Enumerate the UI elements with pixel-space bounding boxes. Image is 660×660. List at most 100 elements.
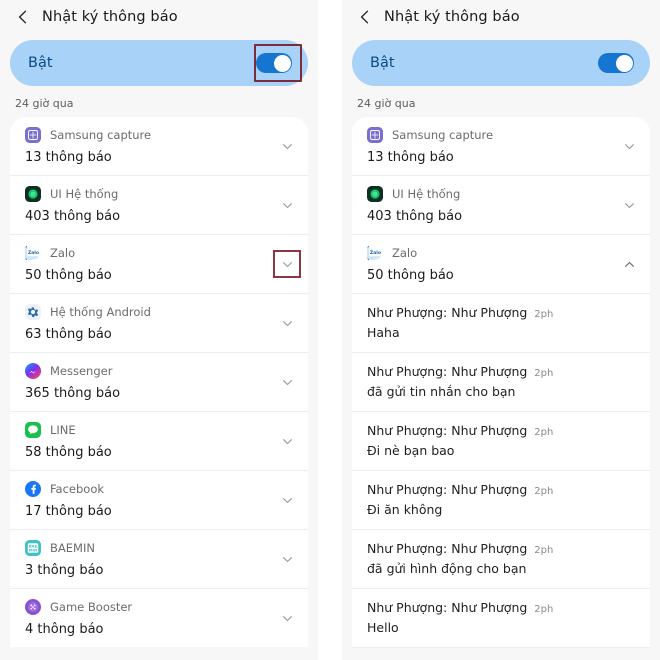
notification-title: Như Phượng: Như Phượng: [367, 541, 528, 556]
app-name: Samsung capture: [392, 128, 494, 142]
zalo-icon: Zalo: [367, 245, 383, 261]
app-notification-count: 365 thông báo: [25, 386, 121, 401]
chevron-down-icon[interactable]: [281, 258, 294, 271]
chevron-down-icon[interactable]: [281, 553, 294, 566]
app-row-header: LINE: [25, 421, 264, 439]
master-switch-row[interactable]: Bật: [10, 40, 308, 86]
android-system-icon: [25, 304, 41, 320]
app-notification-count: 63 thông báo: [25, 327, 112, 342]
app-row[interactable]: Facebook 17 thông báo: [10, 471, 308, 530]
app-row[interactable]: LINE 58 thông báo: [10, 412, 308, 471]
app-notification-count: 50 thông báo: [367, 268, 454, 283]
system-ui-icon: [25, 186, 41, 202]
notification-title: Như Phượng: Như Phượng: [367, 305, 528, 320]
notification-title: Như Phượng: Như Phượng: [367, 364, 528, 379]
notification-timestamp: 2ph: [534, 545, 554, 556]
svg-text:Zalo: Zalo: [28, 250, 39, 256]
app-row[interactable]: Hệ thống Android 63 thông báo: [10, 294, 308, 353]
app-row[interactable]: Game Booster 4 thông báo: [10, 589, 308, 647]
samsung-capture-icon: [367, 127, 383, 143]
page-title: Nhật ký thông báo: [384, 9, 520, 25]
app-row[interactable]: BAE MIN BAEMIN 3 thông báo: [10, 530, 308, 589]
samsung-capture-icon: [25, 127, 41, 143]
notification-header: Như Phượng: Như Phượng 2ph: [367, 541, 634, 556]
chevron-left-icon[interactable]: [14, 8, 32, 26]
app-name: BAEMIN: [50, 541, 95, 555]
notification-timestamp: 2ph: [534, 368, 554, 379]
app-notification-count: 3 thông báo: [25, 563, 104, 578]
chevron-down-icon[interactable]: [623, 199, 636, 212]
panel-gutter: [318, 0, 342, 660]
app-name: Zalo: [392, 246, 418, 260]
chevron-down-icon[interactable]: [281, 612, 294, 625]
page-title: Nhật ký thông báo: [42, 9, 178, 25]
notification-header: Như Phượng: Như Phượng 2ph: [367, 364, 634, 379]
notification-header: Như Phượng: Như Phượng 2ph: [367, 600, 634, 615]
app-name: Zalo: [50, 246, 76, 260]
notification-row[interactable]: Như Phượng: Như Phượng 2ph Haha: [352, 294, 650, 353]
master-switch-toggle[interactable]: [256, 53, 292, 73]
app-name: LINE: [50, 423, 76, 437]
svg-text:Zalo: Zalo: [370, 250, 381, 256]
messenger-icon: [25, 363, 41, 379]
notification-body: Đi nè bạn bao: [367, 443, 455, 458]
baemin-icon: BAE MIN: [25, 540, 41, 556]
chevron-down-icon[interactable]: [281, 494, 294, 507]
app-name: UI Hệ thống: [392, 187, 461, 201]
svg-text:MIN: MIN: [29, 548, 37, 552]
app-row[interactable]: Zalo Zalo 50 thông báo: [352, 235, 650, 294]
app-bar: Nhật ký thông báo: [342, 0, 660, 34]
app-row[interactable]: Zalo Zalo 50 thông báo: [10, 235, 308, 294]
app-row-header: UI Hệ thống: [367, 185, 606, 203]
app-name: Samsung capture: [50, 128, 152, 142]
app-list-card: Samsung capture 13 thông báo UI Hệ thống 40…: [352, 117, 650, 648]
chevron-up-icon[interactable]: [623, 258, 636, 271]
app-notification-count: 403 thông báo: [367, 209, 463, 224]
chevron-down-icon[interactable]: [281, 140, 294, 153]
app-row-header: Zalo Zalo: [367, 244, 606, 262]
chevron-left-icon[interactable]: [356, 8, 374, 26]
master-switch-row[interactable]: Bật: [352, 40, 650, 86]
line-icon: [25, 422, 41, 438]
app-row-header: Zalo Zalo: [25, 244, 264, 262]
app-notification-count: 58 thông báo: [25, 445, 112, 460]
dual-screenshot-container: Nhật ký thông báo Bật 24 giờ qua Samsung…: [0, 0, 660, 660]
notification-header: Như Phượng: Như Phượng 2ph: [367, 482, 634, 497]
app-row[interactable]: UI Hệ thống 403 thông báo: [10, 176, 308, 235]
app-row[interactable]: Samsung capture 13 thông báo: [352, 117, 650, 176]
notification-row[interactable]: Như Phượng: Như Phượng 2ph Đi ăn không: [352, 471, 650, 530]
app-row[interactable]: Messenger 365 thông báo: [10, 353, 308, 412]
notification-timestamp: 2ph: [534, 604, 554, 615]
master-switch-label: Bật: [370, 55, 395, 71]
app-row-header: Hệ thống Android: [25, 303, 264, 321]
notification-body: Hello: [367, 620, 399, 635]
notification-row[interactable]: Như Phượng: Như Phượng 2ph đã gửi hình độn…: [352, 530, 650, 589]
notification-row[interactable]: Như Phượng: Như Phượng 2ph Hello: [352, 589, 650, 648]
app-notification-count: 17 thông báo: [25, 504, 112, 519]
master-switch-toggle[interactable]: [598, 53, 634, 73]
section-label: 24 giờ qua: [15, 97, 74, 110]
app-row[interactable]: Samsung capture 13 thông báo: [10, 117, 308, 176]
notification-timestamp: 2ph: [534, 309, 554, 320]
chevron-down-icon[interactable]: [281, 199, 294, 212]
chevron-down-icon[interactable]: [281, 376, 294, 389]
chevron-down-icon[interactable]: [623, 140, 636, 153]
notification-title: Như Phượng: Như Phượng: [367, 600, 528, 615]
notification-row[interactable]: Như Phượng: Như Phượng 2ph đã gửi tin nhắn…: [352, 353, 650, 412]
chevron-down-icon[interactable]: [281, 435, 294, 448]
system-ui-icon: [367, 186, 383, 202]
app-row-header: UI Hệ thống: [25, 185, 264, 203]
app-row-header: Samsung capture: [367, 126, 606, 144]
app-row[interactable]: UI Hệ thống 403 thông báo: [352, 176, 650, 235]
notification-title: Như Phượng: Như Phượng: [367, 482, 528, 497]
chevron-down-icon[interactable]: [281, 317, 294, 330]
app-name: Messenger: [50, 364, 113, 378]
notification-row[interactable]: Như Phượng: Như Phượng 2ph Đi nè bạn bao: [352, 412, 650, 471]
game-booster-icon: [25, 599, 41, 615]
app-row-header: Game Booster: [25, 598, 264, 616]
app-row-header: Messenger: [25, 362, 264, 380]
toggle-knob: [273, 54, 291, 72]
toggle-knob: [615, 54, 633, 72]
facebook-icon: [25, 481, 41, 497]
app-notification-count: 403 thông báo: [25, 209, 121, 224]
